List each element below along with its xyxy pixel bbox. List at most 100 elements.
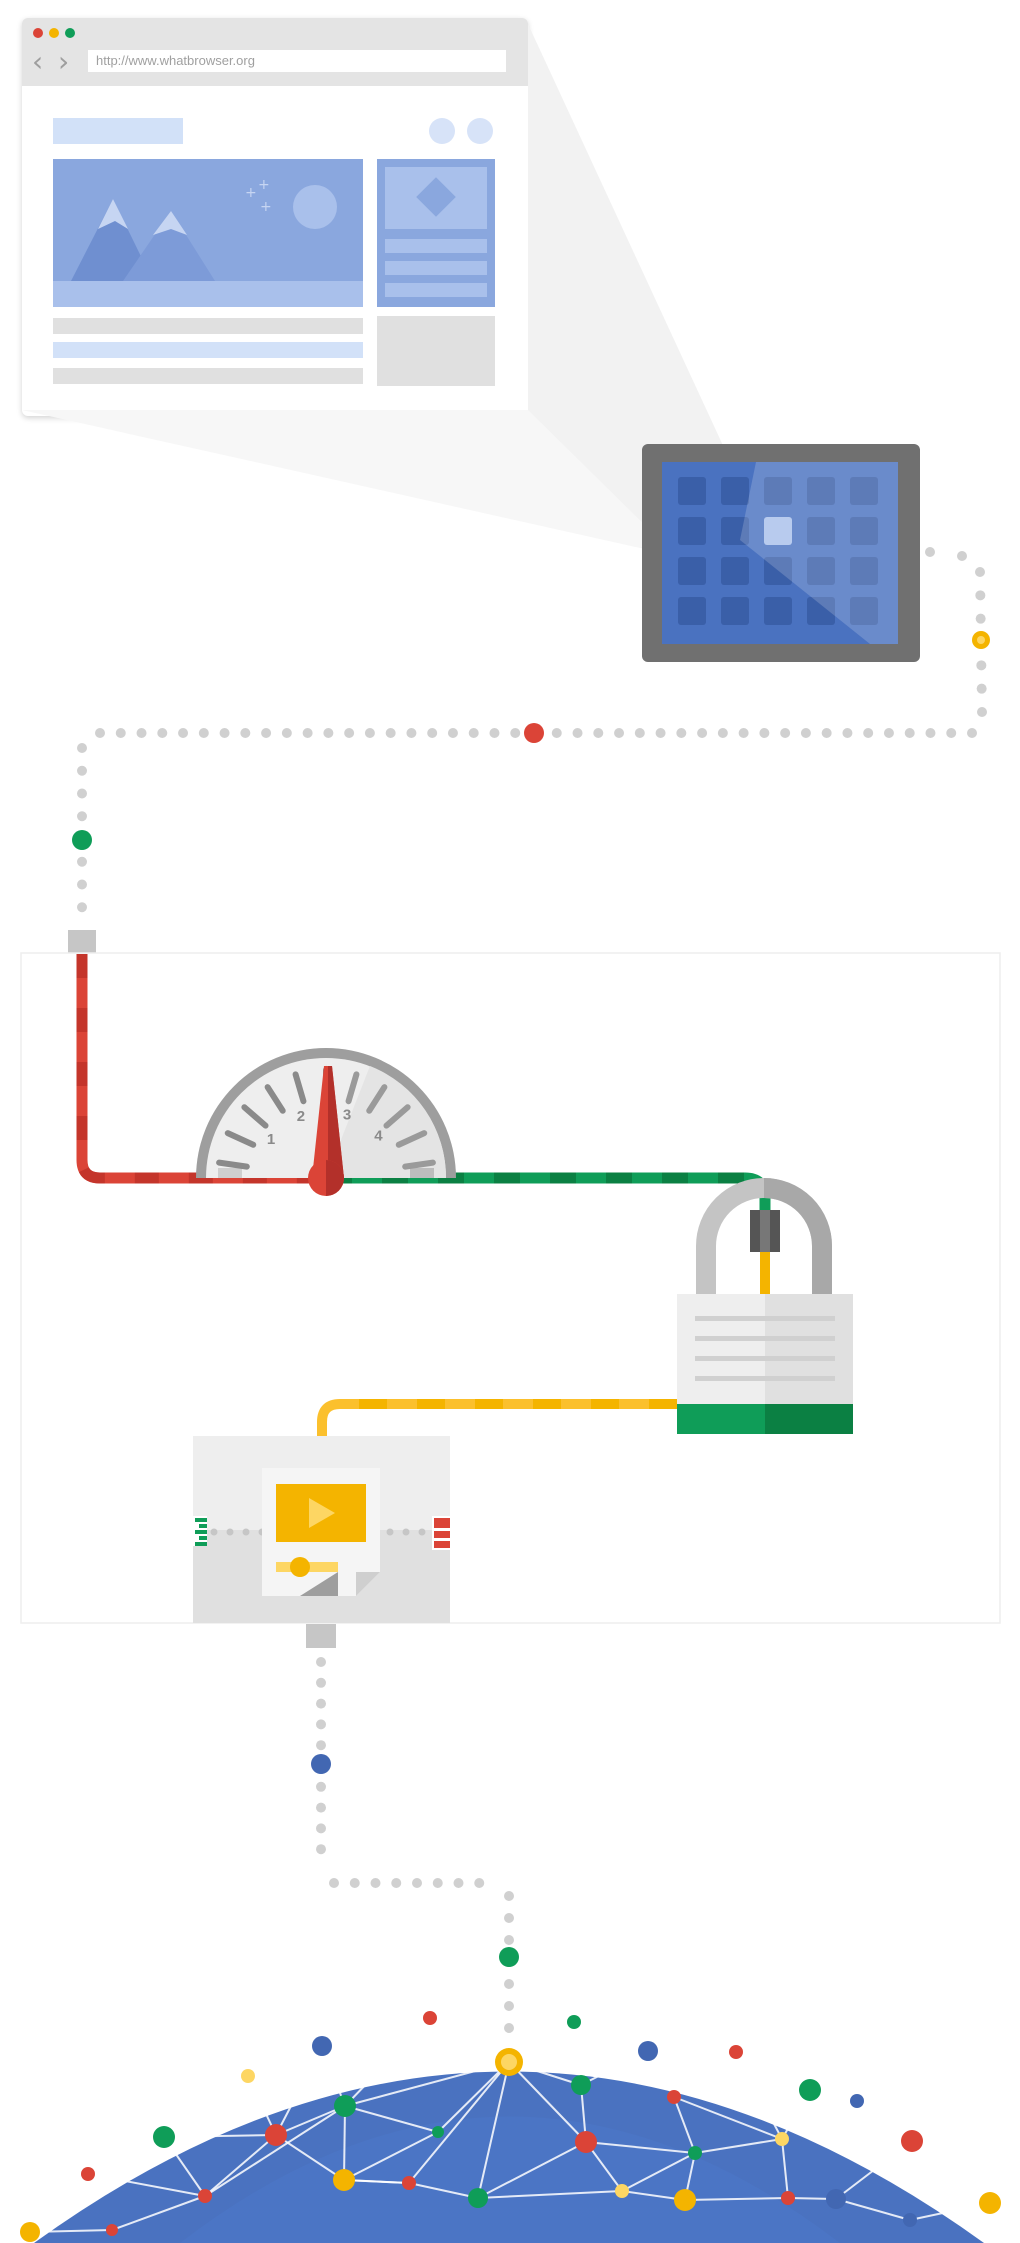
- network-link: [580, 2050, 649, 2086]
- network-node: [20, 2222, 40, 2242]
- plug-connector: [68, 930, 96, 954]
- connector-node-red: [524, 723, 544, 743]
- network-link: [321, 2045, 510, 2063]
- network-node: [729, 2045, 743, 2059]
- connector-dot: [883, 728, 894, 738]
- connector-dot: [316, 1844, 326, 1855]
- connector-dot: [385, 728, 396, 738]
- network-node: [850, 2094, 864, 2108]
- app-tile: [678, 477, 706, 505]
- connector-dot: [976, 683, 987, 694]
- connector-dot: [780, 728, 791, 738]
- network-link: [647, 2050, 737, 2053]
- network-node: [334, 2095, 356, 2117]
- network-node: [333, 2169, 355, 2191]
- connector-dot: [281, 728, 292, 738]
- connector-dot: [344, 728, 355, 738]
- connector-dot: [77, 811, 87, 822]
- connector-dot: [178, 728, 189, 738]
- connector-dot: [316, 1698, 326, 1709]
- network-node: [265, 2124, 287, 2146]
- connector-dot: [821, 728, 832, 738]
- network-node: [432, 2126, 444, 2138]
- gauge-tick-label: 3: [343, 1106, 351, 1123]
- connector-dot: [210, 1528, 218, 1536]
- network-node: [901, 2130, 923, 2152]
- gauge-tick: [402, 1159, 436, 1170]
- network-link: [343, 2105, 346, 2181]
- connector-dot: [432, 1878, 443, 1888]
- network-link: [247, 2045, 323, 2077]
- network-node: [241, 2069, 255, 2083]
- connector-dot: [975, 590, 986, 601]
- connector-dot: [427, 728, 438, 738]
- network-node: [402, 2176, 416, 2190]
- connector-dot: [697, 728, 708, 738]
- connector-dot: [453, 1878, 464, 1888]
- app-tile: [678, 517, 706, 545]
- connector-dot: [904, 728, 915, 738]
- connector-dot: [316, 1781, 326, 1792]
- connector-dot: [977, 707, 987, 717]
- network-node: [979, 2192, 1001, 2214]
- network-node: [571, 2075, 591, 2095]
- connector-dot: [967, 728, 977, 738]
- app-tile: [764, 597, 792, 625]
- connector-dot: [474, 1878, 485, 1888]
- connector-dot: [406, 728, 417, 738]
- tablet-icon: [642, 444, 920, 662]
- connector-dot: [77, 856, 87, 867]
- connector-dot: [510, 728, 521, 738]
- gauge-tick-label: 1: [267, 1131, 275, 1148]
- connector-dot: [402, 1528, 410, 1536]
- network-node: [81, 2167, 95, 2181]
- connector-node-green: [72, 830, 92, 850]
- connector-dot: [504, 2001, 514, 2011]
- connector-dot: [316, 1677, 326, 1688]
- connector-dot: [572, 728, 583, 738]
- connector-dot: [717, 728, 728, 738]
- gauge-tick-label: 2: [297, 1108, 305, 1125]
- connector-dot: [957, 551, 967, 561]
- network-link: [911, 2140, 991, 2204]
- connector-dot: [800, 728, 811, 738]
- connector-dot: [261, 728, 272, 738]
- connector-dot: [316, 1719, 326, 1730]
- process-panel: [20, 952, 1001, 1624]
- connector-dot: [418, 1528, 426, 1536]
- gauge-tick-label: 4: [374, 1128, 383, 1145]
- connector-dot: [593, 728, 604, 738]
- connector-dot: [634, 728, 645, 738]
- connector-dot: [240, 728, 251, 738]
- connector-dot: [676, 728, 687, 738]
- connector-dot: [504, 1891, 514, 1901]
- connector-dot: [975, 613, 986, 624]
- connector-dot: [386, 1528, 394, 1536]
- connector-dot: [504, 1979, 514, 1989]
- network-node: [903, 2213, 917, 2227]
- network-node: [781, 2191, 795, 2205]
- connector-dot: [219, 728, 230, 738]
- connector-dot: [302, 728, 313, 738]
- app-tile: [721, 477, 749, 505]
- network-node: [615, 2184, 629, 2198]
- connector-dot: [842, 728, 853, 738]
- network-node: [106, 2224, 118, 2236]
- connector-dot: [198, 728, 209, 738]
- connector-dot: [504, 2023, 514, 2033]
- connector-dot: [77, 743, 87, 753]
- network-node: [667, 2090, 681, 2104]
- connector-node-green: [499, 1947, 519, 1967]
- network-node: [638, 2041, 658, 2061]
- network-node: [799, 2079, 821, 2101]
- connector-dot: [95, 728, 105, 738]
- connector-dot: [226, 1528, 234, 1536]
- app-tile: [678, 557, 706, 585]
- network-link: [163, 2075, 249, 2138]
- connector-dot: [925, 728, 936, 738]
- network-link: [573, 2021, 649, 2052]
- connector-dot: [77, 902, 87, 913]
- network-globe-icon: [20, 2011, 1001, 2243]
- connector-dot: [115, 728, 126, 738]
- connector-dot: [614, 728, 625, 738]
